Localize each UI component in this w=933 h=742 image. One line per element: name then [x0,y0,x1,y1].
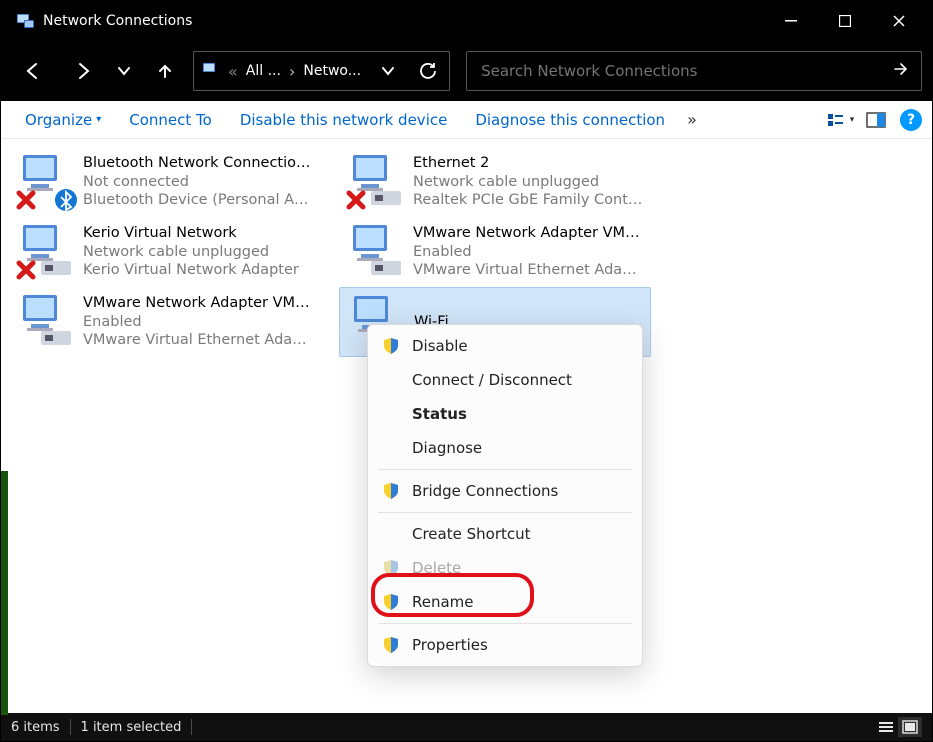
diagnose-connection-button[interactable]: Diagnose this connection [461,107,679,133]
help-button[interactable]: ? [900,109,922,131]
connection-name: Bluetooth Network Connection 3 [83,154,313,173]
ctx-disable[interactable]: Disable [368,329,642,363]
connection-name: Ethernet 2 [413,154,643,173]
status-divider [191,719,192,735]
ctx-diagnose-label: Diagnose [412,439,482,457]
menu-separator [378,623,632,624]
bluetooth-badge-icon [55,189,77,211]
ctx-bridge-label: Bridge Connections [412,482,558,500]
organize-button[interactable]: Organize▾ [11,107,115,133]
overflow-button[interactable]: » [679,106,705,133]
search-icon[interactable] [893,61,909,81]
status-divider [70,719,71,735]
connection-status: Network cable unplugged [413,173,643,192]
refresh-button[interactable] [415,62,441,80]
ctx-bridge[interactable]: Bridge Connections [368,474,642,508]
address-bar[interactable]: « All ... › Netwo... [193,51,450,91]
connection-status: Network cable unplugged [83,243,299,262]
minimize-button[interactable] [764,1,818,41]
view-options-button[interactable]: ▾ [822,105,858,135]
caret-icon: ▾ [96,114,101,125]
network-adapter-icon [347,151,405,209]
window-root: Network Connections « All ... › Netwo...… [0,0,933,742]
ctx-status[interactable]: Status [368,397,642,431]
back-button[interactable] [11,52,55,90]
error-badge-icon [15,189,37,211]
connect-to-button[interactable]: Connect To [115,107,226,133]
search-box[interactable] [466,51,922,91]
up-button[interactable] [143,52,187,90]
network-adapter-icon [17,291,75,349]
details-view-button[interactable] [874,717,898,737]
shield-icon [382,482,400,500]
connection-name: Kerio Virtual Network [83,224,299,243]
connection-name: VMware Network Adapter VMnet1 [413,224,643,243]
network-app-icon [15,11,35,31]
caret-icon: ▾ [850,115,855,125]
breadcrumb-network[interactable]: Netwo... [303,63,361,79]
network-adapter-icon [17,151,75,209]
shield-icon [382,593,400,611]
ctx-properties-label: Properties [412,636,488,654]
connection-item[interactable]: VMware Network Adapter VMnet8 Enabled VM… [9,287,321,357]
ctx-properties[interactable]: Properties [368,628,642,662]
ctx-delete: Delete [368,551,642,585]
connection-item[interactable]: Bluetooth Network Connection 3 Not conne… [9,147,321,217]
chevron-right-icon: › [289,62,295,81]
ctx-diagnose[interactable]: Diagnose [368,431,642,465]
connection-status: Enabled [83,313,313,332]
preview-pane-button[interactable] [858,105,894,135]
ctx-create-shortcut[interactable]: Create Shortcut [368,517,642,551]
connection-device: VMware Virtual Ethernet Adapter ... [83,331,313,350]
title-bar: Network Connections [1,1,932,41]
ctx-connectdisc-label: Connect / Disconnect [412,371,572,389]
connection-item[interactable]: Ethernet 2 Network cable unplugged Realt… [339,147,651,217]
shield-icon [382,337,400,355]
network-adapter-icon [347,221,405,279]
menu-separator [378,512,632,513]
maximize-button[interactable] [818,1,872,41]
desktop-peek [1,471,8,715]
history-dropdown-button[interactable] [111,52,137,90]
window-controls [764,1,926,41]
command-bar: Organize▾ Connect To Disable this networ… [1,101,932,139]
shield-icon [382,636,400,654]
status-bar: 6 items 1 item selected [1,713,932,741]
forward-button[interactable] [61,52,105,90]
connection-status: Enabled [413,243,643,262]
ctx-disable-label: Disable [412,337,468,355]
nav-bar: « All ... › Netwo... [1,41,932,101]
ctx-status-label: Status [412,405,467,423]
window-title: Network Connections [43,13,764,29]
connection-device: Kerio Virtual Network Adapter [83,261,299,280]
control-panel-icon [202,60,220,82]
context-menu: Disable Connect / Disconnect Status Diag… [367,324,643,667]
connection-device: Bluetooth Device (Personal Area ... [83,191,313,210]
connection-item[interactable]: Kerio Virtual Network Network cable unpl… [9,217,321,287]
disable-device-button[interactable]: Disable this network device [226,107,462,133]
close-button[interactable] [872,1,926,41]
error-badge-icon [345,189,367,211]
connection-device: Realtek PCIe GbE Family Controlle... [413,191,643,210]
ctx-delete-label: Delete [412,559,461,577]
search-input[interactable] [479,61,893,81]
large-icons-view-button[interactable] [898,717,922,737]
address-dropdown-button[interactable] [375,65,401,77]
menu-separator [378,469,632,470]
ctx-rename-label: Rename [412,593,474,611]
ctx-shortcut-label: Create Shortcut [412,525,531,543]
connection-status: Not connected [83,173,313,192]
ctx-rename[interactable]: Rename [368,585,642,619]
status-selected-count: 1 item selected [81,720,182,735]
status-item-count: 6 items [11,720,60,735]
connection-item[interactable]: VMware Network Adapter VMnet1 Enabled VM… [339,217,651,287]
error-badge-icon [15,259,37,281]
breadcrumb-sep-icon: « [228,62,238,81]
connection-name: VMware Network Adapter VMnet8 [83,294,313,313]
ctx-connect-disconnect[interactable]: Connect / Disconnect [368,363,642,397]
network-adapter-icon [17,221,75,279]
shield-icon [382,559,400,577]
connection-device: VMware Virtual Ethernet Adapter ... [413,261,643,280]
breadcrumb-all[interactable]: All ... [246,63,281,79]
